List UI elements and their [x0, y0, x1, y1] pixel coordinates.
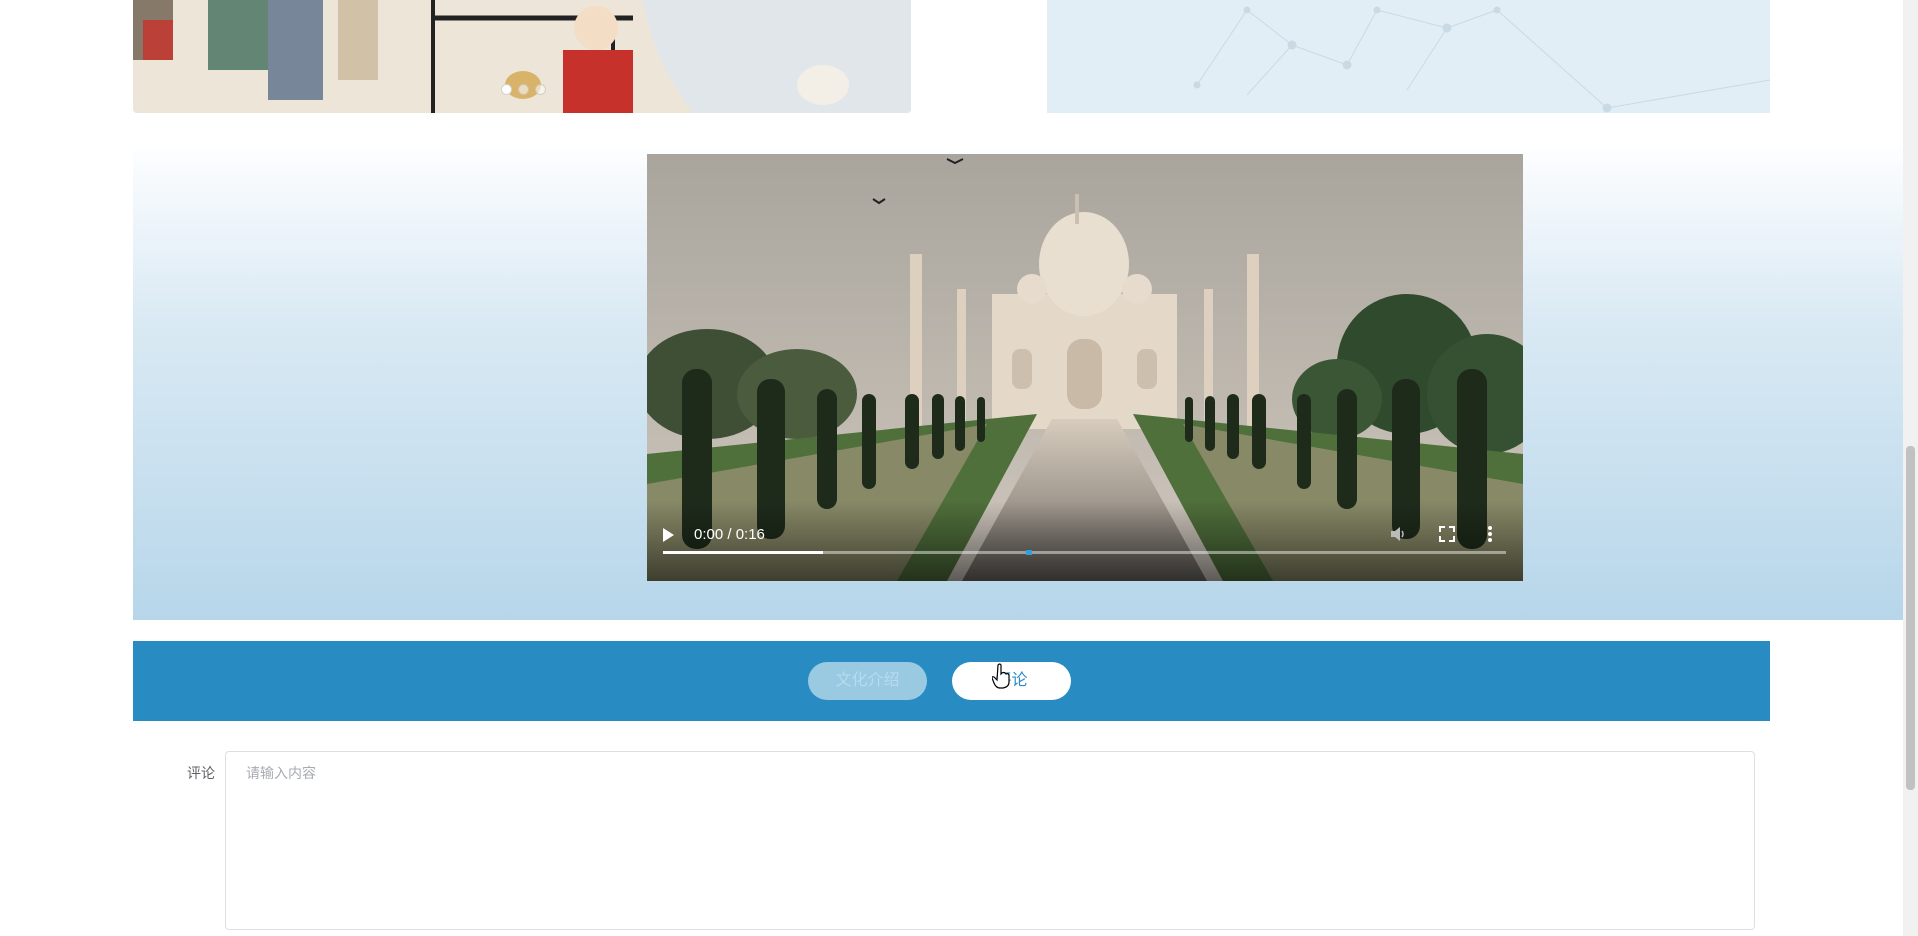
progress-marker — [1026, 550, 1032, 555]
carousel-indicators — [501, 84, 546, 95]
page-scrollbar[interactable] — [1903, 0, 1918, 936]
carousel-dot[interactable] — [535, 84, 546, 95]
comment-label: 评论 — [187, 765, 215, 781]
more-options-icon[interactable] — [1487, 525, 1493, 548]
video-player[interactable]: 0:00 / 0:16 — [647, 154, 1523, 581]
video-section: 0:00 / 0:16 — [133, 148, 1903, 620]
volume-icon[interactable] — [1389, 525, 1407, 548]
image-carousel[interactable] — [133, 0, 911, 113]
carousel-dot[interactable] — [501, 84, 512, 95]
decorative-network-panel — [1047, 0, 1770, 113]
fullscreen-icon[interactable] — [1438, 525, 1456, 548]
tab-bar: 文化介绍 评论 — [133, 641, 1770, 721]
hand-cursor-icon — [992, 663, 1010, 689]
comment-input[interactable] — [225, 751, 1755, 930]
video-controls: 0:00 / 0:16 — [647, 501, 1523, 581]
video-progress-bar[interactable] — [663, 550, 1506, 555]
carousel-slide-image — [133, 0, 911, 113]
play-icon[interactable] — [663, 528, 674, 542]
network-pattern-graphic — [1193, 6, 1770, 113]
carousel-dot[interactable] — [518, 84, 529, 95]
video-time-display: 0:00 / 0:16 — [694, 526, 765, 543]
scrollbar-thumb[interactable] — [1906, 446, 1915, 790]
tab-culture-intro[interactable]: 文化介绍 — [808, 662, 927, 700]
buffered-range — [663, 551, 824, 554]
